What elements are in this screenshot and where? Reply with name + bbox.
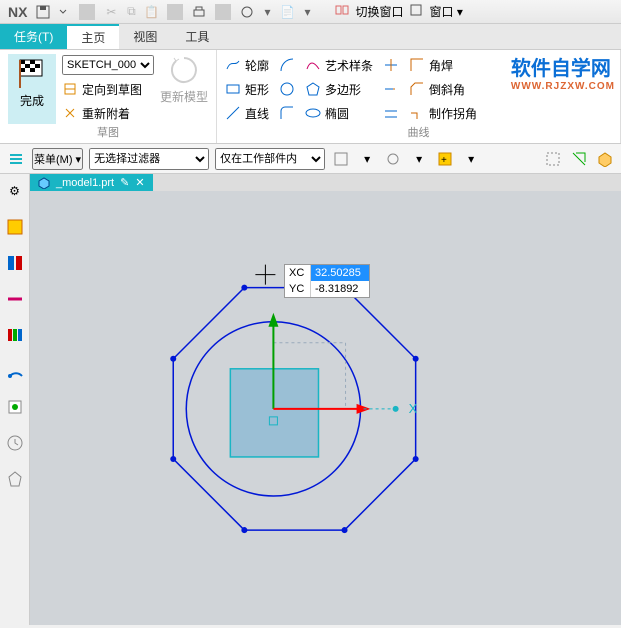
window-menu-button[interactable]: 窗口 ▾ (429, 3, 462, 20)
svg-text:+: + (441, 155, 447, 166)
tab-tools[interactable]: 工具 (171, 24, 223, 49)
paste-icon[interactable]: 📋 (143, 4, 159, 20)
file-tab[interactable]: _model1.prt ✎ ✕ (30, 174, 153, 191)
ribbon-group-sketch: 完成 SKETCH_000 定向到草图 重新附着 更新模型 草图 (0, 50, 217, 143)
group-label: 草图 (8, 124, 208, 140)
shaded-icon[interactable] (595, 149, 615, 169)
extend-button[interactable] (383, 78, 399, 100)
app-logo: NX (0, 4, 35, 20)
separator (215, 4, 231, 20)
x-axis-label: X (409, 401, 418, 416)
ribbon: 软件自学网 WWW.RJZXW.COM 完成 SKETCH_000 定向到草图 … (0, 50, 621, 144)
main-area: _model1.prt ✎ ✕ (30, 174, 621, 625)
switch-window-button[interactable]: 切换窗口 (355, 3, 403, 20)
filter-icon-5[interactable]: ▾ (461, 149, 481, 169)
window-menu-icon[interactable] (409, 3, 423, 20)
sketch-svg: X (30, 191, 621, 625)
quick-access-toolbar: ✂ ⧉ 📋 ▾ 📄 ▾ (35, 4, 315, 20)
settings-icon[interactable]: ⚙ (4, 180, 26, 202)
file-name: _model1.prt (56, 177, 114, 189)
separator (167, 4, 183, 20)
tab-view[interactable]: 视图 (119, 24, 171, 49)
filter-icon-1[interactable] (331, 149, 351, 169)
highlight-icon[interactable]: + (435, 149, 455, 169)
rectangle-button[interactable]: 矩形 (225, 78, 269, 100)
offset-button[interactable] (383, 102, 399, 124)
graphics-canvas[interactable]: X XC 32.50285 YC -8.31892 (30, 191, 621, 625)
switch-window-icon[interactable] (335, 3, 349, 20)
part-navigator-icon[interactable] (4, 216, 26, 238)
print-icon[interactable] (191, 4, 207, 20)
part-icon (38, 177, 50, 189)
title-right: 切换窗口 窗口 ▾ (335, 3, 462, 20)
save-dropdown-icon[interactable] (55, 4, 71, 20)
content-area: ⚙ _model1.prt ✎ ✕ (0, 174, 621, 625)
separator (79, 4, 95, 20)
finish-flag-icon (16, 58, 48, 90)
circle-tool-icon[interactable] (239, 4, 255, 20)
menu-icon[interactable] (6, 149, 26, 169)
filter-icon-3[interactable] (383, 149, 403, 169)
modified-icon: ✎ (120, 176, 129, 189)
xc-label: XC (285, 265, 311, 281)
corner-button[interactable]: 角焊 (409, 54, 477, 76)
line-button[interactable]: 直线 (225, 102, 269, 124)
ellipse-button[interactable]: 椭圆 (305, 102, 373, 124)
filter-icon-2[interactable]: ▾ (357, 149, 377, 169)
chamfer-button[interactable]: 倒斜角 (409, 78, 477, 100)
arc-button[interactable] (279, 54, 295, 76)
hd3d-icon[interactable] (4, 360, 26, 382)
group-label: 曲线 (225, 124, 612, 140)
finish-button[interactable]: 完成 (8, 54, 56, 124)
menu-button[interactable]: 菜单(M) ▾ (32, 148, 83, 170)
paste-special-icon[interactable]: 📄 (279, 4, 295, 20)
sketch-selector[interactable]: SKETCH_000 (62, 55, 154, 75)
cut-icon[interactable]: ✂ (103, 4, 119, 20)
ribbon-group-curve: 轮廓 矩形 直线 艺术样条 多边形 椭圆 角焊 倒斜角 (217, 50, 621, 143)
file-tabs: _model1.prt ✎ ✕ (30, 174, 621, 191)
profile-button[interactable]: 轮廓 (225, 54, 269, 76)
dropdown-icon[interactable]: ▾ (259, 4, 275, 20)
type-filter-select[interactable]: 无选择过滤器 (89, 148, 209, 170)
dynamic-input[interactable]: XC 32.50285 YC -8.31892 (284, 264, 370, 298)
roles-icon[interactable] (4, 468, 26, 490)
ribbon-tabs: 任务(T) 主页 视图 工具 (0, 24, 621, 50)
assembly-navigator-icon[interactable] (4, 252, 26, 274)
circle-button[interactable] (279, 78, 295, 100)
selection-filter-bar: 菜单(M) ▾ 无选择过滤器 仅在工作部件内 ▾ ▾ + ▾ (0, 144, 621, 174)
update-icon (168, 54, 200, 86)
tab-task[interactable]: 任务(T) (0, 24, 67, 49)
display-icon[interactable] (569, 149, 589, 169)
update-model-button[interactable]: 更新模型 (160, 54, 208, 124)
tab-home[interactable]: 主页 (67, 24, 119, 49)
save-icon[interactable] (35, 4, 51, 20)
history-icon[interactable] (4, 432, 26, 454)
constraint-navigator-icon[interactable] (4, 288, 26, 310)
polygon-button[interactable]: 多边形 (305, 78, 373, 100)
sketch-items: SKETCH_000 定向到草图 重新附着 (62, 54, 154, 124)
reattach-button[interactable]: 重新附着 (62, 102, 154, 124)
close-tab-icon[interactable]: ✕ (135, 176, 144, 189)
rectangle-shape[interactable] (230, 369, 318, 457)
dropdown-icon[interactable]: ▾ (299, 4, 315, 20)
makecorner-button[interactable]: 制作拐角 (409, 102, 477, 124)
title-bar: NX ✂ ⧉ 📋 ▾ 📄 ▾ 切换窗口 窗口 ▾ (0, 0, 621, 24)
yc-label: YC (285, 281, 311, 297)
yc-value[interactable]: -8.31892 (311, 281, 369, 297)
xc-value[interactable]: 32.50285 (311, 265, 369, 281)
fillet-button[interactable] (279, 102, 295, 124)
orient-button[interactable]: 定向到草图 (62, 78, 154, 100)
trim-button[interactable] (383, 54, 399, 76)
resource-bar: ⚙ (0, 174, 30, 625)
spline-button[interactable]: 艺术样条 (305, 54, 373, 76)
filter-icon-4[interactable]: ▾ (409, 149, 429, 169)
reuse-library-icon[interactable] (4, 324, 26, 346)
box-select-icon[interactable] (543, 149, 563, 169)
scope-filter-select[interactable]: 仅在工作部件内 (215, 148, 325, 170)
browser-icon[interactable] (4, 396, 26, 418)
copy-icon[interactable]: ⧉ (123, 4, 139, 20)
